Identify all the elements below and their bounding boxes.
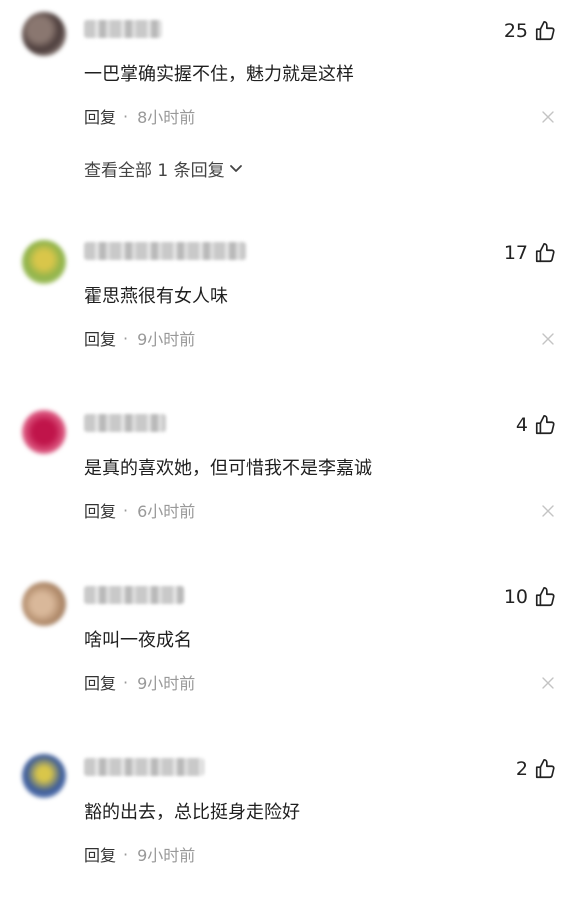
reply-button[interactable]: 回复 [84,842,116,866]
comment-text: 是真的喜欢她，但可惜我不是李嘉诚 [84,458,372,479]
like-count: 17 [503,242,528,264]
close-icon[interactable] [542,111,554,123]
comment-text: 一巴掌确实握不住，魅力就是这样 [84,64,354,85]
timestamp: 8小时前 [137,108,196,127]
meta-separator: · [123,844,129,864]
username[interactable] [84,20,162,38]
like-button[interactable]: 4 [516,414,556,436]
timestamp: 9小时前 [137,330,196,349]
timestamp: 6小时前 [137,502,196,521]
meta-separator: · [123,672,129,692]
comment-meta: 回复 · 8小时前 [84,104,195,128]
like-count: 25 [503,20,528,42]
like-count: 2 [515,758,528,780]
like-button[interactable]: 25 [504,20,556,42]
comment-meta: 回复 · 9小时前 [84,670,195,694]
comment-meta: 回复 · 6小时前 [84,498,195,522]
avatar[interactable] [22,12,66,56]
timestamp: 9小时前 [137,846,196,865]
username[interactable] [84,414,166,432]
comment-text: 霍思燕很有女人味 [84,286,228,307]
comment-meta: 回复 · 9小时前 [84,842,195,866]
like-count: 10 [503,586,528,608]
like-count: 4 [515,414,528,436]
thumbs-up-icon [535,587,555,607]
view-replies-label: 查看全部 1 条回复 [84,161,225,181]
comment-meta: 回复 · 9小时前 [84,326,195,350]
view-replies-button[interactable]: 查看全部 1 条回复 [84,156,243,181]
avatar[interactable] [22,582,66,626]
reply-button[interactable]: 回复 [84,104,116,128]
meta-separator: · [123,500,129,520]
comment-item: 17 霍思燕很有女人味 回复 · 9小时前 [0,222,576,382]
like-button[interactable]: 17 [504,242,556,264]
reply-button[interactable]: 回复 [84,326,116,350]
comment-item: 2 豁的出去，总比挺身走险好 回复 · 9小时前 [0,738,576,898]
username[interactable] [84,586,184,604]
comment-item: 4 是真的喜欢她，但可惜我不是李嘉诚 回复 · 6小时前 [0,394,576,554]
thumbs-up-icon [535,243,555,263]
close-icon[interactable] [542,677,554,689]
thumbs-up-icon [535,759,555,779]
avatar[interactable] [22,754,66,798]
thumbs-up-icon [535,21,555,41]
thumbs-up-icon [535,415,555,435]
reply-button[interactable]: 回复 [84,670,116,694]
username[interactable] [84,242,246,260]
close-icon[interactable] [542,333,554,345]
comment-item: 10 啥叫一夜成名 回复 · 9小时前 [0,566,576,726]
username[interactable] [84,758,204,776]
reply-button[interactable]: 回复 [84,498,116,522]
meta-separator: · [123,328,129,348]
comment-item: 25 一巴掌确实握不住，魅力就是这样 回复 · 8小时前 查看全部 1 条回复 [0,0,576,181]
meta-separator: · [123,106,129,126]
like-button[interactable]: 2 [516,758,556,780]
like-button[interactable]: 10 [504,586,556,608]
comment-text: 啥叫一夜成名 [84,630,192,651]
avatar[interactable] [22,410,66,454]
avatar[interactable] [22,240,66,284]
chevron-down-icon [229,164,242,172]
timestamp: 9小时前 [137,674,196,693]
close-icon[interactable] [542,505,554,517]
comment-text: 豁的出去，总比挺身走险好 [84,802,300,823]
